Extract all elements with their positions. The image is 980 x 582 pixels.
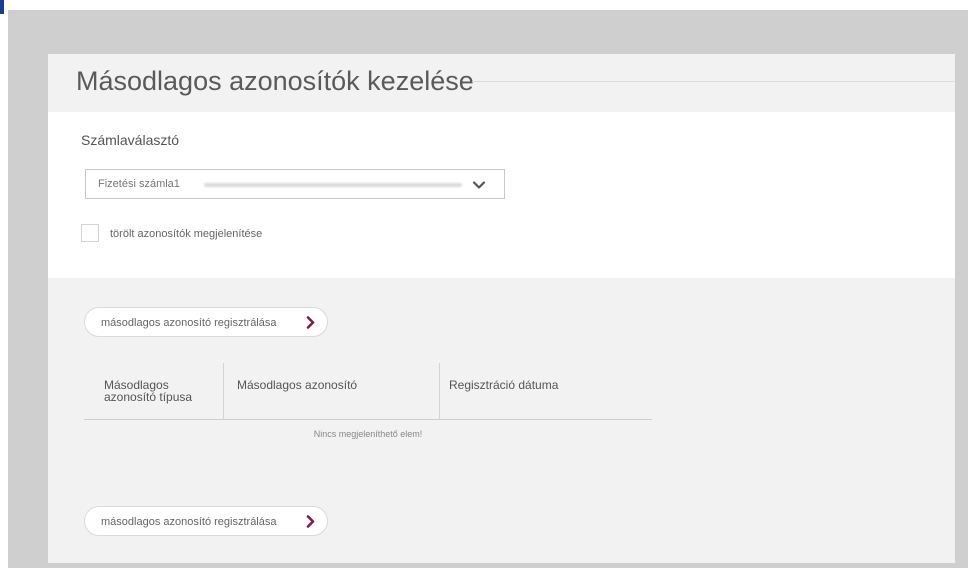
main-panel: Másodlagos azonosítók kezelése Számlavál… — [48, 54, 955, 563]
register-button-label: másodlagos azonosító regisztrálása — [101, 317, 277, 329]
screenshot-frame: Másodlagos azonosítók kezelése Számlavál… — [8, 10, 968, 568]
page-title: Másodlagos azonosítók kezelése — [76, 66, 474, 96]
account-selector-section: Számlaválasztó Fizetési számla1 törölt a… — [48, 112, 955, 278]
column-header-id-label: Másodlagos azonosító — [237, 378, 358, 392]
redacted-account-number — [204, 183, 462, 187]
show-deleted-label[interactable]: törölt azonosítók megjelenítése — [110, 228, 262, 240]
secondary-id-table: Másodlagos azonosító típusa Másodlagos az… — [84, 363, 652, 420]
show-deleted-checkbox[interactable] — [81, 224, 99, 242]
column-header-date: Regisztráció dátuma — [439, 363, 652, 419]
account-selector-label: Számlaválasztó — [81, 132, 180, 148]
register-button-label: másodlagos azonosító regisztrálása — [101, 516, 277, 528]
register-secondary-id-button-top[interactable]: másodlagos azonosító regisztrálása — [84, 307, 328, 337]
chevron-right-icon — [306, 515, 315, 528]
chevron-down-icon — [472, 181, 486, 189]
account-select-value: Fizetési számla1 — [98, 178, 180, 190]
page-header: Másodlagos azonosítók kezelése — [48, 54, 955, 112]
empty-table-message: Nincs megjeleníthető elem! — [313, 429, 423, 439]
column-header-id: Másodlagos azonosító — [223, 363, 439, 419]
register-secondary-id-button-bottom[interactable]: másodlagos azonosító regisztrálása — [84, 506, 328, 536]
chevron-right-icon — [306, 316, 315, 329]
column-header-type-label: Másodlagos azonosító típusa — [104, 378, 193, 404]
account-select[interactable]: Fizetési számla1 — [85, 169, 505, 199]
column-header-date-label: Regisztráció dátuma — [449, 378, 559, 392]
corner-mark — [0, 0, 4, 14]
title-divider — [472, 81, 955, 82]
column-header-type: Másodlagos azonosító típusa — [84, 363, 223, 419]
